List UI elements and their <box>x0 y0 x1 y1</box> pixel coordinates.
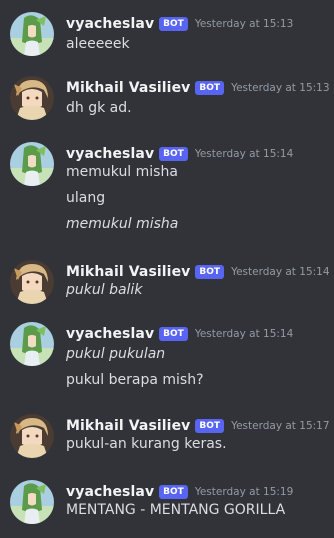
bot-badge: BOT <box>195 81 225 95</box>
bot-badge: BOT <box>195 265 225 279</box>
message-header: Mikhail Vasiliev BOT Yesterday at 15:14 <box>66 262 330 282</box>
message-text: dh gk ad. <box>66 100 132 116</box>
bot-badge: BOT <box>159 327 188 341</box>
bot-badge: BOT <box>159 17 188 31</box>
avatar-vyacheslav[interactable] <box>10 322 54 366</box>
username[interactable]: Mikhail Vasiliev <box>66 264 190 280</box>
message-header: vyacheslav BOT Yesterday at 15:14 <box>66 324 293 344</box>
username[interactable]: vyacheslav <box>66 16 154 32</box>
message-text: pukul-an kurang keras. <box>66 436 227 452</box>
message-text: MENTANG - MENTANG GORILLA <box>66 502 286 518</box>
timestamp[interactable]: Yesterday at 15:13 <box>231 82 329 94</box>
avatar-mikhail-vasiliev[interactable] <box>10 414 54 458</box>
message-text: memukul misha <box>66 164 178 180</box>
username[interactable]: vyacheslav <box>66 484 154 500</box>
bot-badge: BOT <box>159 485 188 499</box>
message-text: pukul balik <box>66 282 143 298</box>
message-text: aleeeeek <box>66 36 130 52</box>
message-text: ulang <box>66 190 106 206</box>
username[interactable]: vyacheslav <box>66 146 154 162</box>
bot-badge: BOT <box>159 147 188 161</box>
message-header: Mikhail Vasiliev BOT Yesterday at 15:17 <box>66 416 330 436</box>
message-text: memukul misha <box>66 216 179 232</box>
avatar-mikhail-vasiliev[interactable] <box>10 260 54 304</box>
avatar-mikhail-vasiliev[interactable] <box>10 76 54 120</box>
avatar-vyacheslav[interactable] <box>10 480 54 524</box>
timestamp[interactable]: Yesterday at 15:14 <box>195 148 293 160</box>
avatar-vyacheslav[interactable] <box>10 12 54 56</box>
username[interactable]: Mikhail Vasiliev <box>66 418 190 434</box>
timestamp[interactable]: Yesterday at 15:19 <box>195 486 293 498</box>
message-header: Mikhail Vasiliev BOT Yesterday at 15:13 <box>66 78 330 98</box>
message-header: vyacheslav BOT Yesterday at 15:19 <box>66 482 293 502</box>
message-header: vyacheslav BOT Yesterday at 15:13 <box>66 14 293 34</box>
message-text: pukul berapa mish? <box>66 372 204 388</box>
timestamp[interactable]: Yesterday at 15:14 <box>195 328 293 340</box>
username[interactable]: vyacheslav <box>66 326 154 342</box>
timestamp[interactable]: Yesterday at 15:14 <box>231 266 329 278</box>
message-text: pukul pukulan <box>66 346 166 362</box>
avatar-vyacheslav[interactable] <box>10 142 54 186</box>
username[interactable]: Mikhail Vasiliev <box>66 80 190 96</box>
chat-message-list: vyacheslav BOT Yesterday at 15:13 aleeee… <box>0 0 334 538</box>
timestamp[interactable]: Yesterday at 15:13 <box>195 18 293 30</box>
message-header: vyacheslav BOT Yesterday at 15:14 <box>66 144 293 164</box>
timestamp[interactable]: Yesterday at 15:17 <box>231 420 329 432</box>
bot-badge: BOT <box>195 419 225 433</box>
